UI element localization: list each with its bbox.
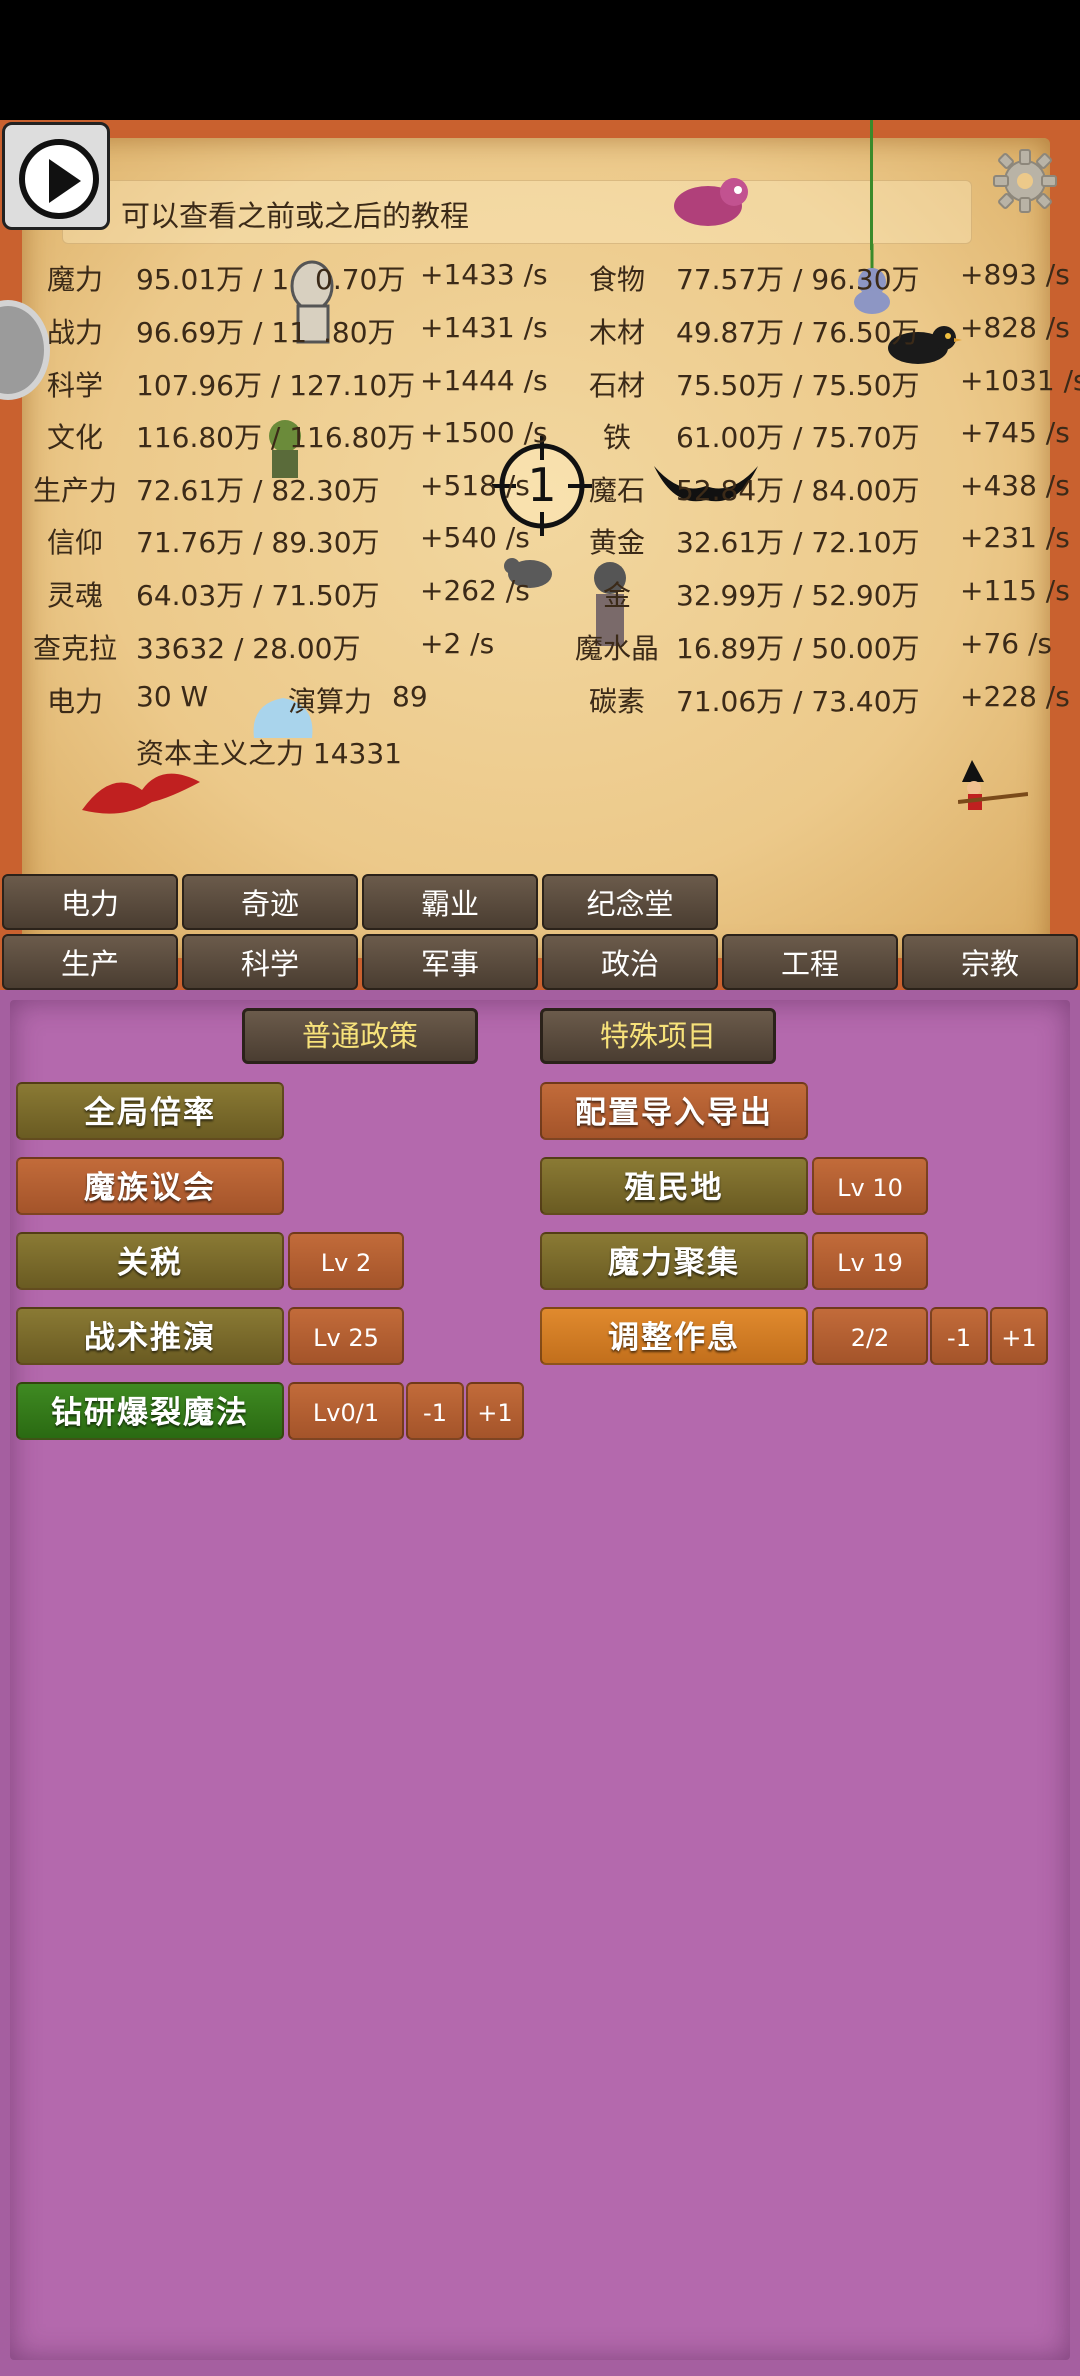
resource-rate: +893 /s bbox=[960, 258, 1070, 291]
resource-value: 75.50万 / 75.50万 bbox=[676, 369, 920, 402]
adjust-rest-value[interactable]: 2/2 bbox=[812, 1307, 928, 1365]
tab-wonders[interactable]: 奇迹 bbox=[182, 874, 358, 930]
capitalism-power: 资本主义之力 14331 bbox=[136, 737, 402, 770]
colony-button[interactable]: 殖民地 bbox=[540, 1157, 808, 1215]
resource-rate: +438 /s bbox=[960, 469, 1070, 502]
demon-council-button[interactable]: 魔族议会 bbox=[16, 1157, 284, 1215]
resource-value: 32.99万 / 52.90万 bbox=[676, 579, 920, 612]
compute-value: 89 bbox=[392, 680, 428, 713]
tutorial-banner[interactable]: 力，可以查看之前或之后的教程 bbox=[62, 180, 972, 244]
tab-military[interactable]: 军事 bbox=[362, 934, 538, 990]
resource-label: 灵魂 bbox=[46, 579, 103, 612]
resource-label: 木材 bbox=[588, 316, 645, 349]
play-button[interactable] bbox=[2, 122, 110, 230]
power-label: 电力 bbox=[46, 685, 103, 718]
resource-value: 16.89万 / 50.00万 bbox=[676, 632, 920, 665]
colony-level[interactable]: Lv 10 bbox=[812, 1157, 928, 1215]
resource-rate: +262 /s bbox=[420, 574, 530, 607]
resource-rate: +1031 /s bbox=[960, 364, 1080, 397]
mana-gather-level[interactable]: Lv 19 bbox=[812, 1232, 928, 1290]
resource-label: 魔力 bbox=[46, 263, 103, 296]
tab-memorial[interactable]: 纪念堂 bbox=[542, 874, 718, 930]
resource-value: 71.06万 / 73.40万 bbox=[676, 685, 920, 718]
resource-label: 生产力 bbox=[32, 474, 117, 507]
resource-label: 文化 bbox=[46, 421, 103, 454]
subtab-special-projects[interactable]: 特殊项目 bbox=[540, 1008, 776, 1064]
resource-rate: +2 /s bbox=[420, 627, 495, 660]
resource-label: 战力 bbox=[46, 316, 103, 349]
resource-value: 49.87万 / 76.50万 bbox=[676, 316, 920, 349]
resource-label: 石材 bbox=[588, 369, 645, 402]
resource-rate: +1500 /s bbox=[420, 416, 548, 449]
resource-rate: +228 /s bbox=[960, 680, 1070, 713]
adjust-rest-button[interactable]: 调整作息 bbox=[540, 1307, 808, 1365]
witch-sprite-icon bbox=[958, 760, 1028, 810]
status-bar bbox=[0, 0, 1080, 120]
resource-rate: +115 /s bbox=[960, 574, 1070, 607]
resource-rate: +828 /s bbox=[960, 311, 1070, 344]
tactics-level[interactable]: Lv 25 bbox=[288, 1307, 404, 1365]
global-rate-button[interactable]: 全局倍率 bbox=[16, 1082, 284, 1140]
resource-value: 72.61万 / 82.30万 bbox=[136, 474, 380, 507]
tab-hegemony[interactable]: 霸业 bbox=[362, 874, 538, 930]
subtab-normal-policy[interactable]: 普通政策 bbox=[242, 1008, 478, 1064]
resource-label: 魔水晶 bbox=[574, 632, 659, 665]
creature-sprite-icon bbox=[674, 178, 748, 226]
resource-value: 96.69万 / 11 bbox=[136, 316, 308, 349]
tab-production[interactable]: 生产 bbox=[2, 934, 178, 990]
resource-label: 金 bbox=[602, 579, 631, 612]
resource-value-tail: 0.70万 bbox=[315, 263, 406, 296]
settings-gear-icon[interactable] bbox=[992, 148, 1058, 214]
resource-label: 黄金 bbox=[588, 526, 645, 559]
research-magic-level[interactable]: Lv0/1 bbox=[288, 1382, 404, 1440]
resource-label: 食物 bbox=[588, 263, 645, 296]
resource-label: 查克拉 bbox=[32, 632, 117, 665]
resource-value: 64.03万 / 71.50万 bbox=[136, 579, 380, 612]
tab-engineering[interactable]: 工程 bbox=[722, 934, 898, 990]
resource-rate: +1431 /s bbox=[420, 311, 548, 344]
resource-value: 33632 / 28.00万 bbox=[136, 632, 361, 665]
tariff-button[interactable]: 关税 bbox=[16, 1232, 284, 1290]
mana-gather-button[interactable]: 魔力聚集 bbox=[540, 1232, 808, 1290]
research-minus-button[interactable]: -1 bbox=[406, 1382, 464, 1440]
resource-value: 116.80万 / 116.80万 bbox=[136, 421, 416, 454]
power-value: 30 W bbox=[136, 680, 209, 713]
tutorial-text: 力，可以查看之前或之后的教程 bbox=[63, 199, 470, 233]
resource-value: 77.57万 / 96.30万 bbox=[676, 263, 920, 296]
tab-religion[interactable]: 宗教 bbox=[902, 934, 1078, 990]
resource-label: 科学 bbox=[46, 369, 103, 402]
resource-rate: +1433 /s bbox=[420, 258, 548, 291]
resource-label: 魔石 bbox=[588, 474, 645, 507]
resource-rate: +518 /s bbox=[420, 469, 530, 502]
tactics-button[interactable]: 战术推演 bbox=[16, 1307, 284, 1365]
tab-power[interactable]: 电力 bbox=[2, 874, 178, 930]
resource-rate: +745 /s bbox=[960, 416, 1070, 449]
resource-label: 铁 bbox=[602, 421, 631, 454]
resource-rate: +231 /s bbox=[960, 521, 1070, 554]
resource-value: 61.00万 / 75.70万 bbox=[676, 421, 920, 454]
vine-icon bbox=[870, 120, 873, 250]
tariff-level[interactable]: Lv 2 bbox=[288, 1232, 404, 1290]
resource-value: 71.76万 / 89.30万 bbox=[136, 526, 380, 559]
adjust-rest-minus-button[interactable]: -1 bbox=[930, 1307, 988, 1365]
resource-label: 信仰 bbox=[46, 526, 103, 559]
resource-value: 32.61万 / 72.10万 bbox=[676, 526, 920, 559]
tab-politics[interactable]: 政治 bbox=[542, 934, 718, 990]
resource-value: 95.01万 / 1 bbox=[136, 263, 290, 296]
research-plus-button[interactable]: +1 bbox=[466, 1382, 524, 1440]
research-explosion-magic-button[interactable]: 钻研爆裂魔法 bbox=[16, 1382, 284, 1440]
adjust-rest-plus-button[interactable]: +1 bbox=[990, 1307, 1048, 1365]
resource-value: 52.84万 / 84.00万 bbox=[676, 474, 920, 507]
resource-rate: +540 /s bbox=[420, 521, 530, 554]
config-import-export-button[interactable]: 配置导入导出 bbox=[540, 1082, 808, 1140]
resource-value-tail: .80万 bbox=[323, 316, 396, 349]
resource-label: 碳素 bbox=[588, 685, 645, 718]
resource-value: 107.96万 / 127.10万 bbox=[136, 369, 416, 402]
compute-label: 演算力 bbox=[288, 685, 373, 718]
resource-rate: +76 /s bbox=[960, 627, 1053, 660]
tab-science[interactable]: 科学 bbox=[182, 934, 358, 990]
resource-rate: +1444 /s bbox=[420, 364, 548, 397]
